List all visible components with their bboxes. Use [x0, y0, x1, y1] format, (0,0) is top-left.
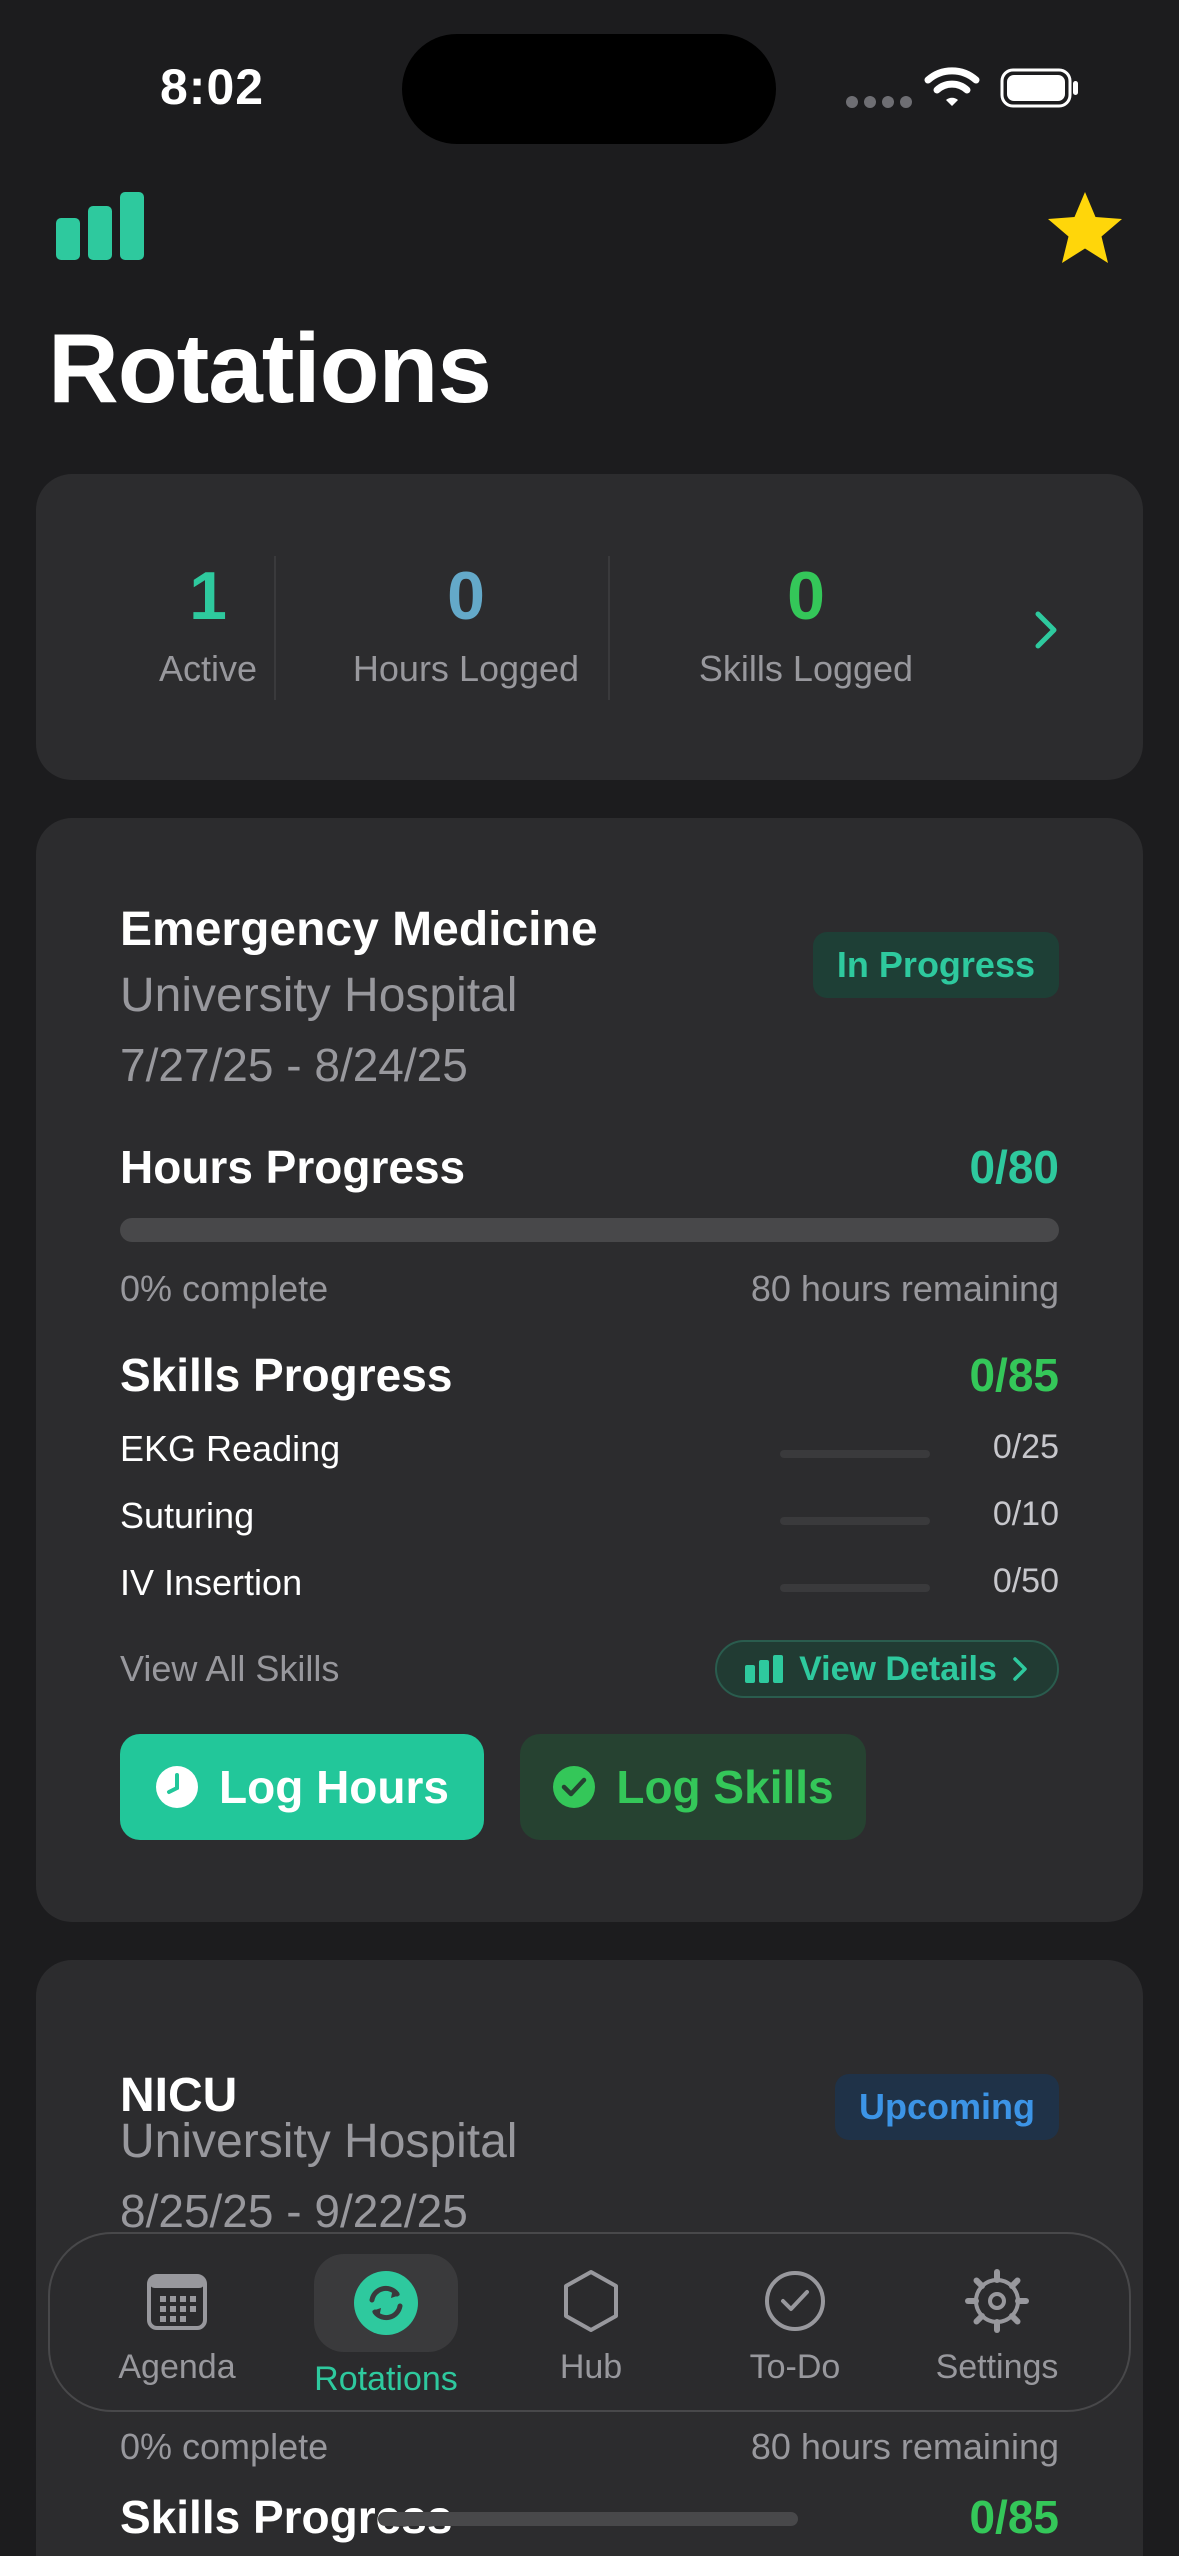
tab-label: Hub [559, 2348, 623, 2386]
stat-hours-label: Hours Logged [352, 648, 580, 689]
stat-skills-value: 0 [787, 558, 825, 634]
page-title: Rotations [48, 313, 492, 423]
stat-active-label: Active [158, 648, 258, 689]
tab-bar: Agenda Rotations Hub To-Do Settings [48, 2232, 1131, 2412]
hexagon-icon [564, 2270, 618, 2332]
tab-label: Agenda [118, 2348, 236, 2386]
log-hours-button[interactable]: Log Hours [120, 1734, 484, 1840]
home-indicator [378, 2512, 798, 2526]
rotation-dates: 7/27/25 - 8/24/25 [120, 1039, 468, 1091]
log-hours-label: Log Hours [219, 1761, 449, 1813]
skills-progress-count: 0/85 [969, 1349, 1059, 1401]
skill-progress-bar [780, 1517, 930, 1525]
status-badge: In Progress [812, 932, 1059, 998]
skill-row: Suturing 0/10 [120, 1495, 1059, 1545]
percent-complete: 0% complete [120, 2426, 329, 2467]
clock-icon [156, 1766, 198, 1808]
status-badge: Upcoming [835, 2074, 1059, 2140]
view-details-label: View Details [799, 1649, 997, 1688]
hours-remaining: 80 hours remaining [750, 1268, 1059, 1309]
tab-label: Rotations [314, 2360, 458, 2398]
tab-to-do[interactable]: To-Do [710, 2248, 880, 2398]
skills-progress-count: 0/85 [969, 2491, 1059, 2543]
chevron-right-icon [1013, 1657, 1027, 1681]
dynamic-island [402, 34, 776, 144]
skill-row: IV Insertion 0/50 [120, 1562, 1059, 1612]
cellular-signal-icon [846, 96, 912, 108]
bar-chart-icon [745, 1655, 784, 1683]
skill-count: 0/10 [992, 1495, 1059, 1533]
view-details-button[interactable]: View Details [715, 1640, 1059, 1698]
skill-name: EKG Reading [120, 1428, 341, 1469]
sync-icon [354, 2271, 418, 2335]
star-icon[interactable] [1044, 188, 1126, 268]
bar-chart-icon [56, 192, 144, 260]
stats-summary-card[interactable]: 1 Active 0 Hours Logged 0 Skills Logged [36, 474, 1143, 780]
stat-active-value: 1 [189, 558, 227, 634]
hours-progress-bar [120, 1218, 1059, 1242]
checkmark-circle-icon [553, 1766, 596, 1808]
log-skills-label: Log Skills [616, 1761, 834, 1813]
skill-row: EKG Reading 0/25 [120, 1428, 1059, 1478]
skill-progress-bar [780, 1450, 930, 1458]
gear-icon [965, 2269, 1029, 2333]
log-skills-button[interactable]: Log Skills [520, 1734, 866, 1840]
tab-hub[interactable]: Hub [506, 2248, 676, 2398]
tab-rotations[interactable]: Rotations [314, 2254, 458, 2398]
status-bar: 8:02 [0, 0, 1179, 170]
skill-name: IV Insertion [120, 1562, 303, 1603]
tab-settings[interactable]: Settings [912, 2248, 1082, 2398]
chevron-right-icon[interactable] [1026, 606, 1066, 654]
battery-icon [1000, 68, 1078, 108]
hours-remaining: 80 hours remaining [750, 2426, 1059, 2467]
tab-label: To-Do [749, 2348, 841, 2386]
rotation-title: Emergency Medicine [120, 903, 598, 956]
hours-progress-count: 0/80 [969, 1141, 1059, 1193]
stat-active: 1 Active [120, 562, 296, 690]
stat-hours-value: 0 [447, 558, 485, 634]
skill-count: 0/50 [992, 1562, 1059, 1600]
checkmark-circle-icon [765, 2271, 825, 2331]
skill-progress-bar [780, 1584, 930, 1592]
stat-divider [608, 556, 610, 700]
calendar-icon [147, 2274, 207, 2330]
tab-agenda[interactable]: Agenda [92, 2248, 262, 2398]
tab-label: Settings [935, 2348, 1059, 2386]
rotation-location: University Hospital [120, 2115, 518, 2168]
percent-complete: 0% complete [120, 1268, 329, 1309]
stat-hours: 0 Hours Logged [316, 562, 616, 690]
rotation-dates: 8/25/25 - 9/22/25 [120, 2185, 468, 2237]
wifi-icon [924, 67, 980, 106]
skill-name: Suturing [120, 1495, 255, 1536]
hours-progress-title: Hours Progress [120, 1141, 466, 1193]
skills-progress-title: Skills Progress [120, 1349, 453, 1401]
skill-count: 0/25 [992, 1428, 1059, 1466]
stat-divider [274, 556, 276, 700]
rotation-card-emergency-medicine[interactable]: Emergency Medicine University Hospital 7… [36, 818, 1143, 1922]
stat-skills: 0 Skills Logged [646, 562, 966, 690]
view-all-skills-link[interactable]: View All Skills [120, 1648, 339, 1690]
rotation-location: University Hospital [120, 969, 518, 1022]
status-time: 8:02 [160, 59, 265, 115]
stat-skills-label: Skills Logged [698, 648, 914, 689]
